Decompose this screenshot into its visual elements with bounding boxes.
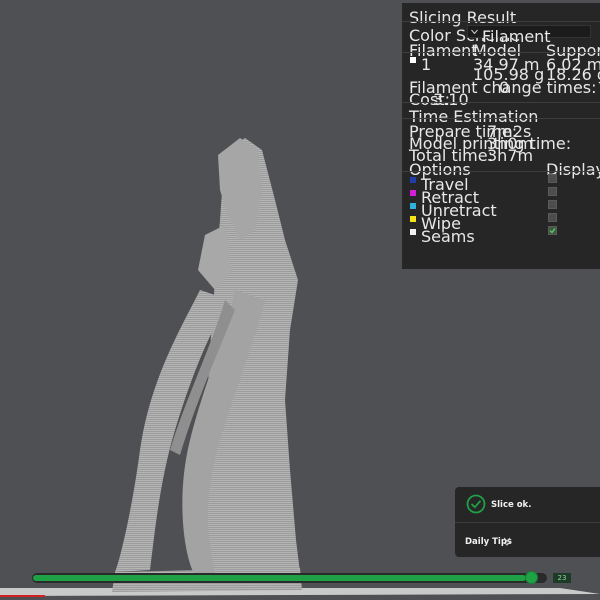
retract-color-swatch xyxy=(410,190,416,196)
seams-color-swatch xyxy=(410,229,416,235)
filament-index: 1 xyxy=(421,55,432,74)
double-chevron-down-icon[interactable] xyxy=(503,537,511,546)
option-seams-label: Seams xyxy=(421,227,475,246)
chevron-down-icon xyxy=(471,29,478,35)
slice-status-message: Slice ok. xyxy=(491,500,532,510)
divider xyxy=(402,52,600,53)
layer-slider-thumb[interactable] xyxy=(525,571,538,584)
check-icon xyxy=(549,228,556,234)
seams-display-checkbox[interactable] xyxy=(548,226,557,235)
layer-slider[interactable] xyxy=(32,571,547,584)
filament-change-value: 0 xyxy=(499,78,510,97)
retract-display-checkbox[interactable] xyxy=(548,187,557,196)
travel-color-swatch xyxy=(410,177,416,183)
table-header-filament: Filament xyxy=(409,41,478,60)
layer-number-label: 23 xyxy=(553,573,571,583)
total-time-value: 3h7m xyxy=(487,146,534,165)
divider xyxy=(402,171,600,172)
divider xyxy=(402,102,600,103)
wipe-display-checkbox[interactable] xyxy=(548,213,557,222)
filament-color-swatch xyxy=(410,57,416,63)
check-circle-icon xyxy=(466,494,486,514)
unretract-color-swatch xyxy=(410,203,416,209)
layer-slider-fill xyxy=(33,575,526,581)
divider xyxy=(402,118,600,119)
travel-display-checkbox[interactable] xyxy=(548,174,557,183)
divider xyxy=(455,522,600,523)
wipe-color-swatch xyxy=(410,216,416,222)
divider xyxy=(402,21,600,22)
unretract-display-checkbox[interactable] xyxy=(548,200,557,209)
